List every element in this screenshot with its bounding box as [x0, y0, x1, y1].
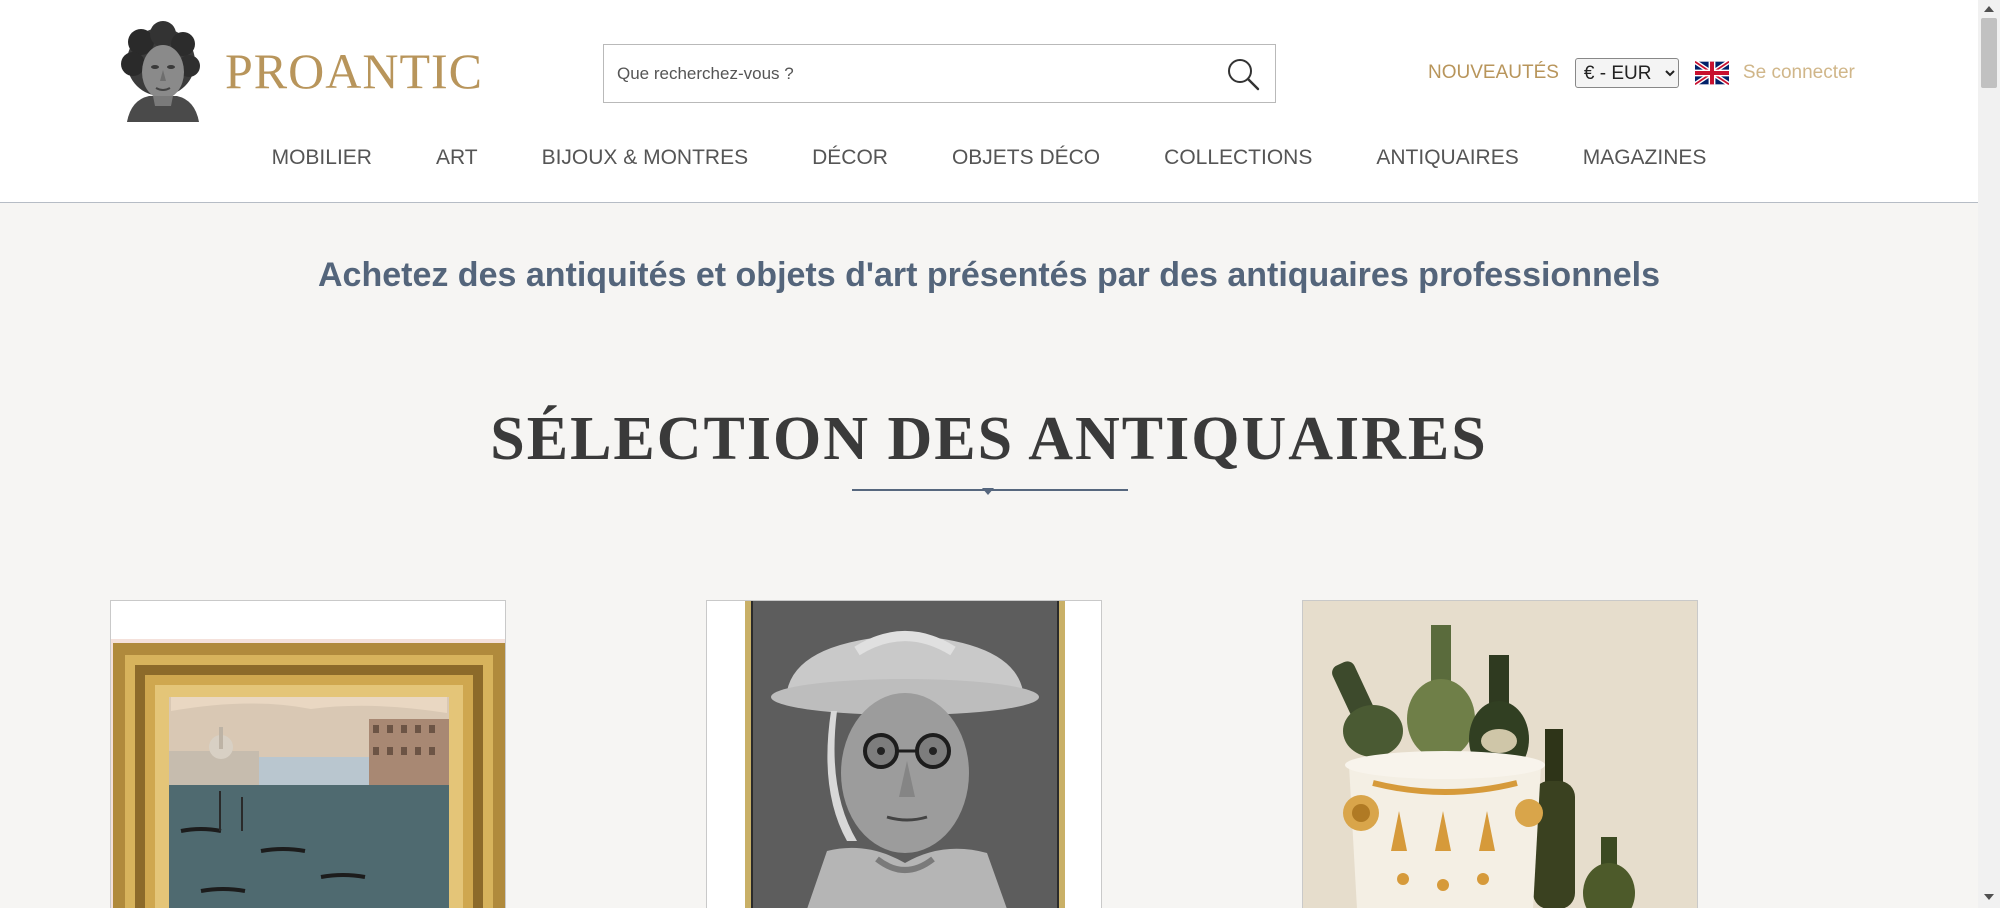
- scroll-up-arrow-icon[interactable]: [1983, 4, 1995, 14]
- site-header: PROANTIC NOUVEAUTÉS € - EUR Se connecter…: [0, 0, 1978, 203]
- engraved-portrait-image: [707, 601, 1101, 908]
- divider-diamond-icon: [982, 488, 994, 495]
- header-actions: NOUVEAUTÉS € - EUR Se connecter: [1428, 56, 1855, 90]
- nav-item-collections[interactable]: COLLECTIONS: [1164, 146, 1312, 170]
- product-card[interactable]: [110, 600, 506, 908]
- nav-item-decor[interactable]: DÉCOR: [812, 146, 888, 170]
- search-bar: [603, 44, 1276, 103]
- search-input[interactable]: [604, 45, 1204, 102]
- product-card[interactable]: [706, 600, 1102, 908]
- page-scrollbar[interactable]: [1978, 0, 2000, 908]
- nouveautes-link[interactable]: NOUVEAUTÉS: [1428, 62, 1559, 84]
- scrollbar-thumb[interactable]: [1981, 18, 1997, 88]
- section-title: SÉLECTION DES ANTIQUAIRES: [490, 405, 1488, 473]
- nav-item-magazines[interactable]: MAGAZINES: [1583, 146, 1707, 170]
- uk-flag-icon[interactable]: [1694, 61, 1729, 85]
- currency-select[interactable]: € - EUR: [1574, 58, 1679, 88]
- tagline: Achetez des antiquités et objets d'art p…: [317, 256, 1661, 294]
- nav-item-art[interactable]: ART: [436, 146, 478, 170]
- brand-name: PROANTIC: [225, 43, 484, 99]
- classical-bust-logo-icon: [121, 21, 200, 122]
- nav-item-antiquaires[interactable]: ANTIQUAIRES: [1376, 146, 1518, 170]
- nav-item-bijoux-montres[interactable]: BIJOUX & MONTRES: [542, 146, 749, 170]
- login-link[interactable]: Se connecter: [1743, 62, 1855, 84]
- product-card[interactable]: [1302, 600, 1698, 908]
- venice-painting-image: [111, 601, 505, 908]
- bottles-in-cooler-image: [1303, 601, 1697, 908]
- scroll-down-arrow-icon[interactable]: [1983, 892, 1995, 902]
- brand-logo[interactable]: PROANTIC: [111, 20, 483, 122]
- nav-item-objets-deco[interactable]: OBJETS DÉCO: [952, 146, 1100, 170]
- main-navigation: MOBILIER ART BIJOUX & MONTRES DÉCOR OBJE…: [0, 146, 1978, 170]
- nav-item-mobilier[interactable]: MOBILIER: [272, 146, 372, 170]
- search-icon[interactable]: [1225, 56, 1261, 92]
